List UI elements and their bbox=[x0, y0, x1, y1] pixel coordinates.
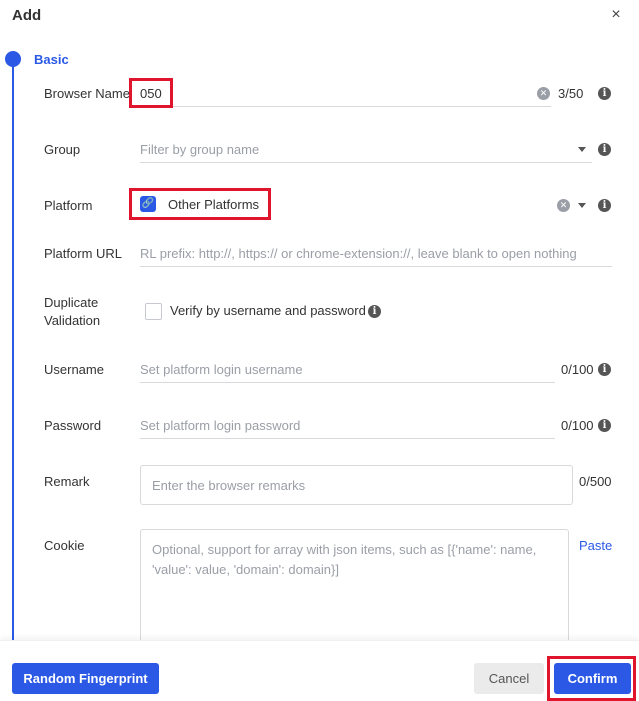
info-icon: i bbox=[598, 87, 611, 100]
paste-link[interactable]: Paste bbox=[579, 538, 612, 553]
cookie-field[interactable] bbox=[141, 530, 568, 653]
username-input[interactable] bbox=[140, 357, 555, 383]
remark-input[interactable] bbox=[140, 465, 573, 505]
clear-icon[interactable]: ✕ bbox=[537, 87, 550, 100]
platform-url-label: Platform URL bbox=[44, 246, 123, 261]
username-field[interactable] bbox=[140, 357, 555, 382]
password-field[interactable] bbox=[140, 413, 555, 438]
group-filter-input[interactable] bbox=[140, 137, 592, 162]
info-icon: i bbox=[598, 143, 611, 156]
dialog-footer: Random Fingerprint Cancel Confirm bbox=[0, 640, 639, 701]
section-label-basic: Basic bbox=[34, 52, 69, 67]
info-icon: i bbox=[368, 305, 381, 318]
browser-name-label: Browser Name bbox=[44, 86, 130, 101]
duplicate-validation-label-line1: Duplicate bbox=[44, 295, 99, 310]
random-fingerprint-button[interactable]: Random Fingerprint bbox=[12, 663, 159, 694]
remark-label: Remark bbox=[44, 474, 90, 489]
highlight-box bbox=[129, 188, 271, 220]
clear-icon[interactable]: ✕ bbox=[557, 199, 570, 212]
platform-label: Platform bbox=[44, 198, 93, 213]
cancel-button[interactable]: Cancel bbox=[474, 663, 544, 694]
highlight-box bbox=[547, 656, 636, 701]
group-select[interactable] bbox=[140, 137, 592, 163]
cookie-label: Cookie bbox=[44, 538, 85, 553]
verify-checkbox[interactable] bbox=[145, 303, 162, 320]
browser-name-field[interactable] bbox=[136, 81, 551, 106]
username-counter: 0/100 bbox=[561, 362, 594, 377]
info-icon: i bbox=[598, 419, 611, 432]
info-icon: i bbox=[598, 363, 611, 376]
step-dot bbox=[5, 51, 21, 67]
info-icon: i bbox=[598, 199, 611, 212]
step-line bbox=[12, 60, 14, 640]
duplicate-validation-label-line2: Validation bbox=[44, 313, 101, 328]
chevron-down-icon[interactable] bbox=[578, 147, 586, 152]
platform-url-field[interactable] bbox=[140, 241, 612, 266]
chevron-down-icon[interactable] bbox=[578, 203, 586, 208]
group-label: Group bbox=[44, 142, 81, 157]
remark-field[interactable] bbox=[141, 466, 572, 504]
password-input[interactable] bbox=[140, 413, 555, 439]
username-label: Username bbox=[44, 362, 104, 377]
dialog-title: Add bbox=[12, 7, 42, 24]
close-icon[interactable]: × bbox=[607, 6, 625, 24]
duplicate-validation-label: Duplicate Validation bbox=[44, 294, 100, 330]
cookie-input[interactable] bbox=[140, 529, 569, 654]
password-counter: 0/100 bbox=[561, 418, 594, 433]
browser-name-input[interactable] bbox=[136, 81, 551, 107]
verify-checkbox-label[interactable]: Verify by username and password bbox=[170, 303, 366, 318]
remark-counter: 0/500 bbox=[579, 474, 612, 489]
highlight-box bbox=[129, 78, 173, 108]
platform-url-input[interactable] bbox=[140, 241, 612, 267]
password-label: Password bbox=[44, 418, 102, 433]
browser-name-counter: 3/50 bbox=[558, 86, 584, 101]
